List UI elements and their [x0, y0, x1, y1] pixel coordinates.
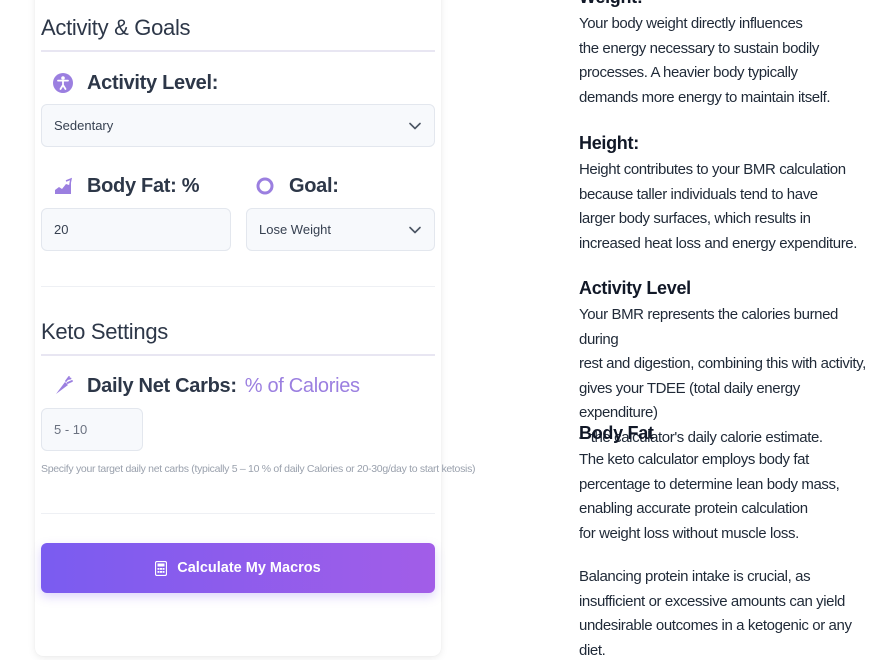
- info-height: Height: Height contributes to your BMR c…: [579, 133, 869, 256]
- info-balance-line: insufficient or excessive amounts can yi…: [579, 592, 845, 610]
- activity-level-select[interactable]: Sedentary: [41, 104, 435, 147]
- section-title-keto-settings: Keto Settings: [41, 319, 435, 356]
- info-activity-line: gives your TDEE (total daily energy expe…: [579, 379, 800, 422]
- info-weight: Weight: Your body weight directly influe…: [579, 0, 869, 110]
- goal-ring-icon: [253, 174, 277, 198]
- calculate-macros-button[interactable]: Calculate My Macros: [41, 543, 435, 593]
- net-carbs-input[interactable]: 5 - 10: [41, 408, 143, 451]
- activity-level-label: Activity Level:: [51, 71, 218, 95]
- divider: [41, 513, 435, 514]
- chevron-down-icon: [409, 122, 421, 130]
- info-weight-line: processes. A heavier body typically: [579, 64, 798, 81]
- info-weight-line: Your body weight directly influences: [579, 15, 803, 32]
- net-carbs-placeholder: 5 - 10: [54, 422, 88, 437]
- info-activity-title: Activity Level: [579, 278, 691, 298]
- section-title-activity-goals: Activity & Goals: [41, 15, 435, 52]
- activity-level-label-text: Activity Level:: [87, 71, 219, 94]
- info-body-fat: Body Fat The keto calculator employs bod…: [579, 423, 869, 546]
- chevron-down-icon: [409, 226, 421, 234]
- info-height-line: Height contributes to your BMR calculati…: [579, 161, 846, 178]
- info-weight-line: demands more energy to maintain itself.: [579, 88, 831, 106]
- calculator-icon: [155, 560, 168, 576]
- info-height-line: increased heat loss and energy expenditu…: [579, 234, 857, 252]
- accessibility-icon: [51, 71, 75, 95]
- calculate-macros-label: Calculate My Macros: [177, 560, 321, 576]
- info-body-fat-line: enabling accurate protein calculation: [579, 500, 808, 517]
- net-carbs-label: Daily Net Carbs: % of Calories: [51, 374, 360, 398]
- body-fat-input[interactable]: 20: [41, 208, 231, 251]
- info-body-fat-line: percentage to determine lean body mass,: [579, 475, 840, 493]
- info-height-line: because taller individuals tend to have: [579, 185, 818, 203]
- net-carbs-label-text: Daily Net Carbs:: [87, 374, 237, 397]
- carrot-icon: [51, 374, 75, 398]
- body-fat-label: Body Fat: %: [51, 174, 200, 198]
- body-fat-value: 20: [54, 222, 69, 237]
- goal-value: Lose Weight: [259, 222, 332, 237]
- info-body-fat-line: The keto calculator employs body fat: [579, 451, 809, 468]
- info-balance-line: undesirable outcomes in a ketogenic or a…: [579, 617, 852, 659]
- info-body-fat-title: Body Fat: [579, 423, 654, 443]
- info-balance-line: Balancing protein intake is crucial, as: [579, 568, 811, 585]
- info-height-title: Height:: [579, 133, 639, 153]
- goal-label: Goal:: [253, 174, 339, 198]
- divider: [41, 286, 435, 287]
- info-activity-line: Your BMR represents the calories burned …: [579, 306, 838, 348]
- activity-level-value: Sedentary: [54, 118, 114, 133]
- info-height-line: larger body surfaces, which results in: [579, 210, 811, 227]
- info-body-fat-line: for weight loss without muscle loss.: [579, 524, 799, 542]
- net-carbs-hint: Specify your target daily net carbs (typ…: [41, 463, 476, 475]
- net-carbs-unit: % of Calories: [244, 374, 360, 397]
- goal-select[interactable]: Lose Weight: [246, 208, 435, 251]
- info-balance: Balancing protein intake is crucial, as …: [579, 565, 869, 660]
- goal-label-text: Goal:: [289, 174, 339, 197]
- body-fat-label-text: Body Fat: %: [87, 174, 200, 197]
- info-weight-line: the energy necessary to sustain bodily: [579, 39, 819, 57]
- weight-chart-icon: [51, 174, 75, 198]
- info-activity-line: rest and digestion, combining this with …: [579, 355, 866, 372]
- info-weight-title: Weight:: [579, 0, 869, 8]
